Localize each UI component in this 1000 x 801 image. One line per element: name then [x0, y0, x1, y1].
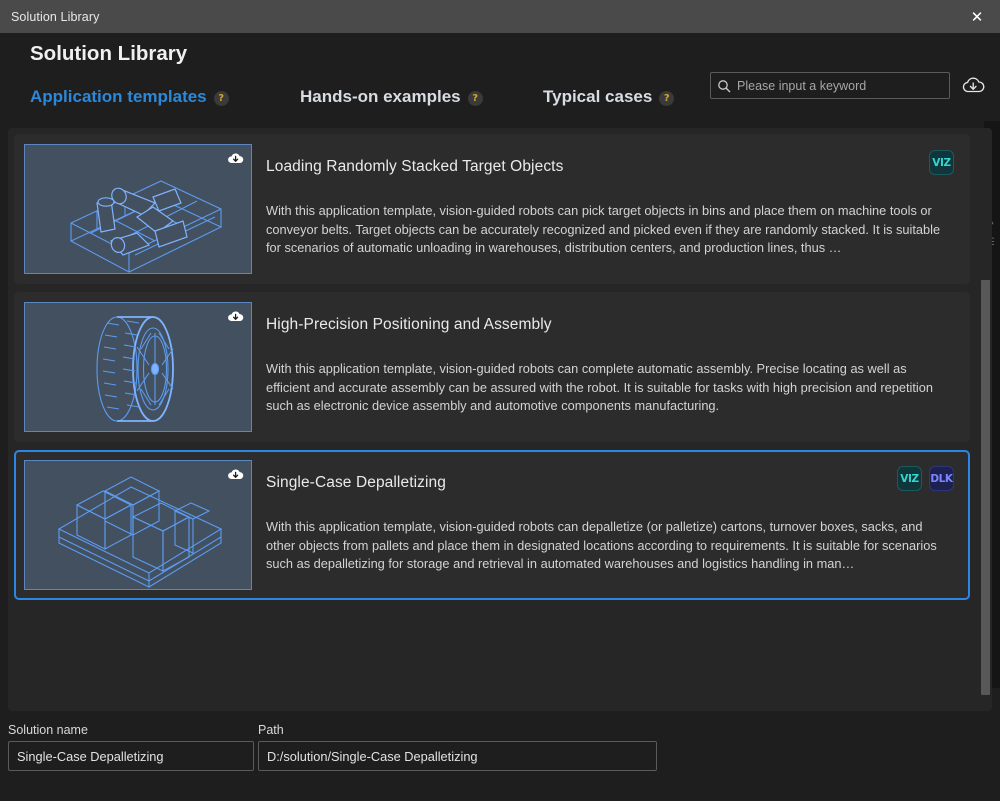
template-thumbnail	[24, 460, 252, 590]
tab-hands-on-examples-label: Hands-on examples	[300, 87, 461, 107]
cloud-download-icon[interactable]	[227, 309, 244, 324]
template-title: Loading Randomly Stacked Target Objects	[266, 158, 954, 176]
tag-viz: VIZ	[897, 466, 922, 491]
page-title: Solution Library	[30, 42, 187, 66]
tab-typical-cases[interactable]: Typical cases ?	[543, 87, 674, 107]
template-description: With this application template, vision-g…	[266, 202, 954, 258]
template-tags: VIZ	[929, 150, 954, 175]
template-title: High-Precision Positioning and Assembly	[266, 316, 954, 334]
template-card-body: Loading Randomly Stacked Target Objects …	[252, 158, 968, 258]
help-icon-typical-cases[interactable]: ?	[659, 91, 674, 106]
template-thumbnail	[24, 302, 252, 432]
tab-typical-cases-label: Typical cases	[543, 87, 652, 107]
help-icon-hands-on-examples[interactable]: ?	[468, 91, 483, 106]
template-list: Loading Randomly Stacked Target Objects …	[8, 128, 978, 711]
path-input[interactable]	[258, 741, 657, 771]
tab-application-templates-label: Application templates	[30, 87, 207, 107]
template-card-body: High-Precision Positioning and Assembly …	[252, 316, 968, 416]
list-scrollbar-thumb[interactable]	[981, 280, 990, 695]
solution-form: Solution name Path Create	[0, 714, 1000, 801]
template-list-panel: Loading Randomly Stacked Target Objects …	[8, 128, 992, 711]
tab-application-templates[interactable]: Application templates ?	[30, 87, 229, 107]
cloud-download-icon[interactable]	[227, 467, 244, 482]
template-card-loading-randomly-stacked-target-objects[interactable]: Loading Randomly Stacked Target Objects …	[14, 134, 970, 284]
template-tags: VIZ DLK	[897, 466, 954, 491]
path-label: Path	[258, 723, 284, 737]
close-icon[interactable]: ✕	[954, 0, 1000, 33]
tab-hands-on-examples[interactable]: Hands-on examples ?	[300, 87, 483, 107]
template-title: Single-Case Depalletizing	[266, 474, 954, 492]
template-thumbnail	[24, 144, 252, 274]
solution-library-dialog: f ▲ ☰ Solution Library ✕ Solution Librar…	[0, 0, 1000, 801]
template-card-high-precision-positioning-and-assembly[interactable]: High-Precision Positioning and Assembly …	[14, 292, 970, 442]
template-card-single-case-depalletizing[interactable]: Single-Case Depalletizing With this appl…	[14, 450, 970, 600]
solution-name-label: Solution name	[8, 723, 88, 737]
template-description: With this application template, vision-g…	[266, 360, 954, 416]
window-title: Solution Library	[11, 10, 99, 24]
solution-name-input[interactable]	[8, 741, 254, 771]
tag-dlk: DLK	[929, 466, 954, 491]
tag-viz: VIZ	[929, 150, 954, 175]
template-card-body: Single-Case Depalletizing With this appl…	[252, 474, 968, 574]
help-icon-application-templates[interactable]: ?	[214, 91, 229, 106]
tab-bar: Application templates ? Hands-on example…	[0, 82, 1000, 122]
cloud-download-icon[interactable]	[227, 151, 244, 166]
template-description: With this application template, vision-g…	[266, 518, 954, 574]
title-bar: Solution Library ✕	[0, 0, 1000, 33]
